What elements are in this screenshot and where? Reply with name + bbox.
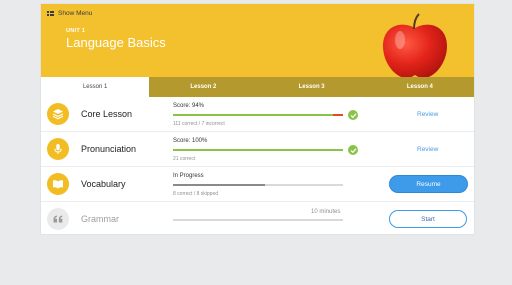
book-icon — [53, 180, 63, 189]
layers-icon — [52, 109, 64, 120]
review-button[interactable]: Review — [417, 111, 438, 118]
activity-status: In Progress — [173, 173, 204, 179]
activity-row-pronunciation: Pronunciation Score: 100% 21 correct Rev… — [41, 132, 474, 167]
start-button[interactable]: Start — [389, 210, 467, 228]
activity-score: Score: 94% — [173, 103, 205, 109]
progress-fill-green — [173, 114, 333, 116]
core-lesson-badge — [47, 103, 69, 125]
progress-bar — [173, 114, 343, 116]
progress-bar — [173, 184, 343, 186]
unit-number: UNIT 1 — [66, 28, 86, 34]
grid-menu-icon — [47, 10, 54, 17]
progress-fill-gray — [173, 184, 265, 186]
vocabulary-badge — [47, 173, 69, 195]
unit-title: Language Basics — [66, 35, 166, 50]
unit-card: Show Menu UNIT 1 Language Basics Lesson … — [40, 3, 475, 235]
activity-detail: 21 correct — [173, 156, 196, 162]
quote-icon — [53, 215, 63, 223]
activity-row-vocabulary: Vocabulary In Progress 8 correct / 8 ski… — [41, 167, 474, 202]
activity-row-grammar: Grammar 10 minutes Start — [41, 202, 474, 234]
lesson-tabs: Lesson 1 Lesson 2 Lesson 3 Lesson 4 — [41, 77, 474, 97]
progress-bar — [173, 149, 343, 151]
activity-duration: 10 minutes — [311, 209, 341, 215]
apple-image — [383, 13, 447, 77]
unit-header: Show Menu UNIT 1 Language Basics — [41, 4, 474, 77]
tab-lesson-3[interactable]: Lesson 3 — [258, 77, 366, 97]
show-menu-label: Show Menu — [58, 10, 93, 17]
activity-detail: 8 correct / 8 skipped — [173, 191, 219, 197]
progress-fill-red — [333, 114, 343, 116]
progress-bar — [173, 219, 343, 221]
grammar-badge — [47, 208, 69, 230]
resume-button[interactable]: Resume — [389, 175, 468, 193]
microphone-icon — [54, 144, 62, 154]
tab-lesson-4[interactable]: Lesson 4 — [366, 77, 474, 97]
progress-fill-green — [173, 149, 343, 151]
activity-detail: 111 correct / 7 incorrect — [173, 121, 225, 127]
pronunciation-badge — [47, 138, 69, 160]
activity-name: Core Lesson — [81, 109, 133, 119]
activity-name: Vocabulary — [81, 179, 126, 189]
check-icon — [348, 110, 358, 120]
tab-lesson-1[interactable]: Lesson 1 — [41, 77, 150, 97]
activity-row-core-lesson: Core Lesson Score: 94% 111 correct / 7 i… — [41, 97, 474, 132]
activity-name: Pronunciation — [81, 144, 137, 154]
check-icon — [348, 145, 358, 155]
show-menu-button[interactable]: Show Menu — [47, 10, 92, 17]
tab-lesson-2[interactable]: Lesson 2 — [149, 77, 257, 97]
review-button[interactable]: Review — [417, 146, 438, 153]
activity-score: Score: 100% — [173, 138, 208, 144]
activity-name: Grammar — [81, 214, 119, 224]
